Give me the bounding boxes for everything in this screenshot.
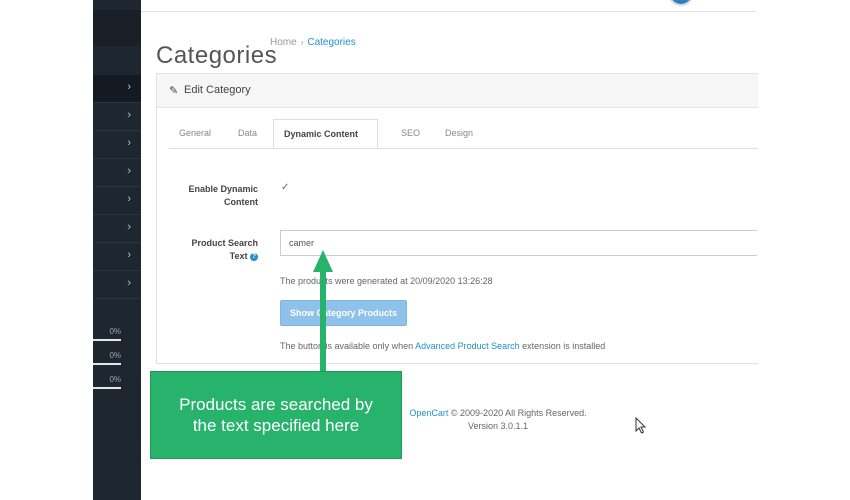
availability-note: The button is available only when Advanc… xyxy=(280,341,606,351)
callout-arrow-shaft xyxy=(320,268,326,372)
sidebar-toggle[interactable] xyxy=(93,10,141,46)
chevron-right-icon: › xyxy=(127,81,131,93)
opencart-link[interactable]: OpenCart xyxy=(409,408,448,418)
breadcrumb-categories[interactable]: Categories xyxy=(307,37,355,48)
chevron-right-icon: › xyxy=(127,193,131,205)
chevron-right-icon: › xyxy=(127,109,131,121)
product-search-input[interactable] xyxy=(280,230,757,256)
generated-status-text: The products were generated at 20/09/202… xyxy=(280,276,493,286)
enable-dynamic-content-label: Enable Dynamic Content xyxy=(188,184,258,207)
help-icon[interactable]: ? xyxy=(250,252,258,261)
edit-category-panel: ✎ Edit Category General Data Dynamic Con… xyxy=(156,73,758,364)
breadcrumb: Home › Categories xyxy=(270,37,356,48)
chevron-right-icon: › xyxy=(127,137,131,149)
sidebar-item[interactable]: › xyxy=(93,243,141,271)
panel-heading: ✎ Edit Category xyxy=(157,74,758,108)
chevron-right-icon: › xyxy=(127,249,131,261)
advanced-product-search-link[interactable]: Advanced Product Search xyxy=(415,341,520,351)
sidebar-item[interactable]: › xyxy=(93,131,141,159)
tab-seo[interactable]: SEO xyxy=(391,119,430,148)
progress-bar xyxy=(93,363,121,365)
annotation-callout: Products are searched by the text specif… xyxy=(150,371,402,459)
sidebar-item[interactable]: › xyxy=(93,75,141,103)
chevron-right-icon: › xyxy=(127,277,131,289)
page-title: Categories xyxy=(156,42,278,70)
footer: OpenCart © 2009-2020 All Rights Reserved… xyxy=(409,408,587,431)
top-header xyxy=(141,0,757,12)
sidebar-item[interactable]: › xyxy=(93,215,141,243)
progress-bar xyxy=(93,387,121,389)
mouse-cursor-icon xyxy=(635,417,647,434)
sidebar-item[interactable]: › xyxy=(93,103,141,131)
chevron-right-icon: › xyxy=(127,221,131,233)
tab-bar: General Data Dynamic Content SEO Design xyxy=(169,119,758,149)
chevron-right-icon: › xyxy=(127,165,131,177)
show-category-products-button[interactable]: Show Category Products xyxy=(280,300,407,326)
version-text: Version 3.0.1.1 xyxy=(467,421,529,431)
breadcrumb-separator: › xyxy=(300,38,304,47)
tab-dynamic-content[interactable]: Dynamic Content xyxy=(273,119,378,148)
product-search-text-label: Product Search Text ? xyxy=(191,238,258,261)
sidebar-item[interactable]: › xyxy=(93,159,141,187)
panel-title: Edit Category xyxy=(184,84,251,96)
pencil-icon: ✎ xyxy=(169,85,179,97)
tab-general[interactable]: General xyxy=(169,119,221,148)
sidebar: › › › › › › › › 0% 0% 0% xyxy=(93,0,141,500)
enable-dynamic-content-checkbox[interactable]: ✓ xyxy=(281,182,289,193)
tab-design[interactable]: Design xyxy=(435,119,483,148)
sidebar-item[interactable]: › xyxy=(93,271,141,299)
tab-data[interactable]: Data xyxy=(228,119,267,148)
progress-bar xyxy=(93,339,121,341)
breadcrumb-home[interactable]: Home xyxy=(270,37,297,48)
sidebar-item[interactable]: › xyxy=(93,187,141,215)
